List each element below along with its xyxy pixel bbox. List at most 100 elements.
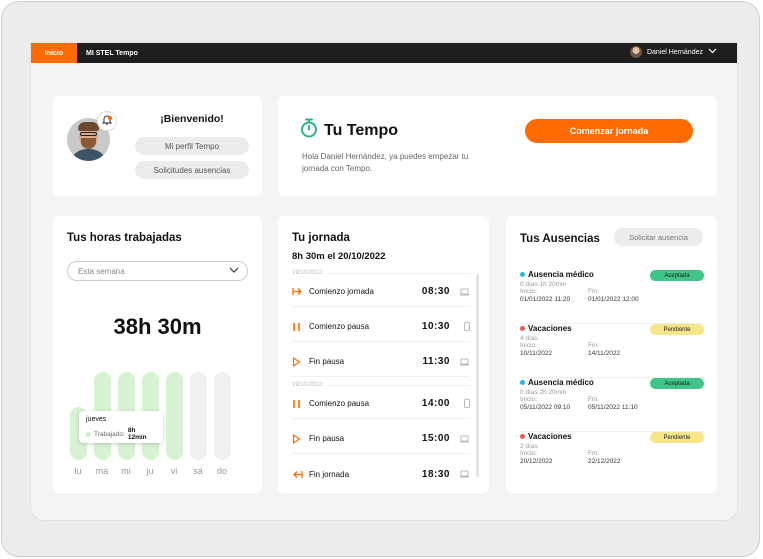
absence-start-label: Inicio:: [520, 450, 537, 457]
day-label: lu: [74, 466, 82, 476]
laptop-icon: [450, 470, 470, 478]
day-label: mi: [121, 466, 131, 476]
shift-row[interactable]: Fin jornada 18:30: [292, 459, 470, 489]
absence-end: 14/11/2022: [588, 350, 621, 357]
shift-event-time: 15:00: [421, 433, 450, 444]
bar-vi[interactable]: [166, 372, 183, 460]
shift-event-time: 14:00: [421, 398, 450, 409]
absence-type-dot: [520, 380, 525, 385]
shift-row[interactable]: Comienzo jornada 08:30: [292, 277, 470, 307]
absence-duration: 2 días: [520, 443, 538, 450]
absence-start: 10/11/2022: [520, 350, 553, 357]
hours-title: Tus horas trabajadas: [67, 232, 182, 244]
laptop-icon: [450, 288, 470, 296]
clock-in-icon: [292, 287, 309, 296]
notification-dot: [108, 116, 112, 120]
absence-start-label: Inicio:: [520, 342, 537, 349]
tooltip-value: 8h 12min: [127, 427, 147, 441]
shift-row[interactable]: Fin pausa 15:00: [292, 424, 470, 454]
absence-name: Ausencia médico: [528, 378, 594, 387]
date-separator: 19/10/2022: [292, 382, 470, 388]
shift-event-label: Fin pausa: [309, 434, 345, 443]
play-icon: [292, 356, 309, 367]
shift-event-time: 08:30: [421, 286, 450, 297]
day-label: ma: [95, 466, 109, 476]
absence-end-label: Fin:: [588, 450, 599, 457]
user-avatar: [629, 46, 642, 58]
absence-duration: 0 días 2h 20min: [520, 389, 567, 396]
chevron-down-icon: [708, 48, 717, 56]
bell-icon: [101, 112, 113, 130]
status-badge: Aceptada: [650, 378, 704, 389]
absence-requests-button[interactable]: Solicitudes ausencias: [135, 161, 249, 179]
status-badge: Pendiente: [650, 324, 704, 335]
shift-card: Tu jornada 8h 30m el 20/10/2022 19/10/20…: [278, 216, 489, 493]
absence-start: 05/11/2022 09:10: [520, 404, 571, 411]
user-name: Daniel Hernández: [646, 48, 703, 56]
user-menu[interactable]: Daniel Hernández: [629, 46, 717, 58]
shift-row[interactable]: Fin pausa 11:30: [292, 347, 470, 377]
absences-title: Tus Ausencias: [520, 233, 600, 245]
chevron-down-icon: [229, 267, 239, 276]
shift-row[interactable]: Comienzo pausa 14:00: [292, 389, 470, 419]
absence-end: 22/12/2022: [588, 458, 621, 465]
bar-do[interactable]: [214, 372, 231, 460]
pause-icon: [292, 399, 309, 409]
shift-event-label: Comienzo pausa: [309, 322, 370, 331]
absence-name: Vacaciones: [528, 324, 572, 333]
tooltip-dot: [86, 431, 91, 437]
shift-title: Tu jornada: [292, 232, 350, 244]
day-label: do: [216, 466, 227, 476]
shift-event-time: 18:30: [421, 468, 450, 480]
stopwatch-icon: [300, 118, 318, 143]
welcome-title: ¡Bienvenido!: [160, 113, 224, 125]
absence-name: Ausencia médico: [528, 270, 594, 279]
absence-item[interactable]: Vacaciones 4 días Inicio: 10/11/2022 Fin: 14/…: [520, 324, 704, 378]
tab-inicio[interactable]: Inicio: [31, 43, 77, 63]
profile-button[interactable]: Mi perfil Tempo: [135, 137, 249, 155]
absence-type-dot: [520, 326, 525, 331]
shift-row[interactable]: Comienzo pausa 10:30: [292, 312, 470, 342]
day-label: vi: [170, 466, 178, 476]
absence-duration: 0 días 1h 20min: [520, 281, 567, 288]
absence-item[interactable]: Ausencia médico 0 días 2h 20min Inicio: 05/…: [520, 378, 704, 432]
shift-event-label: Comienzo pausa: [309, 399, 370, 408]
device-frame: Inicio MI STEL Tempo Daniel Hernández ¡B…: [1, 1, 760, 557]
absence-item[interactable]: Vacaciones 2 días Inicio: 20/12/2022 Fin: 22/…: [520, 432, 704, 486]
absences-card: Tus Ausencias Solicitar ausencia Ausenci…: [506, 216, 717, 493]
absence-end: 05/11/2022 11:10: [588, 404, 638, 411]
absence-end-label: Fin:: [588, 396, 599, 403]
period-select[interactable]: Esta semana: [67, 261, 248, 281]
app-screen: Inicio MI STEL Tempo Daniel Hernández ¡B…: [30, 42, 738, 521]
pause-icon: [292, 322, 309, 332]
tempo-title: Tu Tempo: [324, 121, 399, 139]
date-separator: 19/10/2022: [292, 270, 470, 276]
shift-summary: 8h 30m el 20/10/2022: [292, 251, 386, 262]
shift-event-time: 10:30: [421, 321, 450, 332]
total-hours: 38h 30m: [113, 314, 202, 339]
shift-event-time: 11:30: [422, 356, 450, 367]
laptop-icon: [450, 435, 470, 443]
tempo-card: Tu Tempo Hola Daniel Hernández, ya puede…: [278, 96, 717, 196]
welcome-card: ¡Bienvenido! Mi perfil Tempo Solicitudes…: [53, 96, 262, 196]
absence-type-dot: [520, 434, 525, 439]
absence-end-label: Fin:: [588, 288, 599, 295]
request-absence-button[interactable]: Solicitar ausencia: [614, 228, 703, 246]
absence-start: 01/01/2022 11:20: [520, 296, 571, 303]
scrollbar[interactable]: [476, 274, 479, 477]
laptop-icon: [450, 358, 470, 366]
absence-type-dot: [520, 272, 525, 277]
app-name: MI STEL Tempo: [86, 49, 138, 57]
status-badge: Pendiente: [650, 432, 704, 443]
absence-item[interactable]: Ausencia médico 0 días 1h 20min Inicio: 01/…: [520, 270, 704, 324]
notification-button[interactable]: [97, 111, 117, 131]
day-label: ju: [146, 466, 154, 476]
absence-start-label: Inicio:: [520, 288, 537, 295]
top-bar: Inicio MI STEL Tempo Daniel Hernández: [31, 43, 737, 63]
period-value: Esta semana: [78, 266, 125, 276]
start-shift-button[interactable]: Comenzar jornada: [525, 119, 693, 143]
bar-tooltip: jueves Trabajado: 8h 12min: [79, 411, 163, 443]
bar-sá[interactable]: [190, 372, 207, 460]
absence-duration: 4 días: [520, 335, 538, 342]
absence-end: 01/01/2022 12:00: [588, 296, 639, 303]
